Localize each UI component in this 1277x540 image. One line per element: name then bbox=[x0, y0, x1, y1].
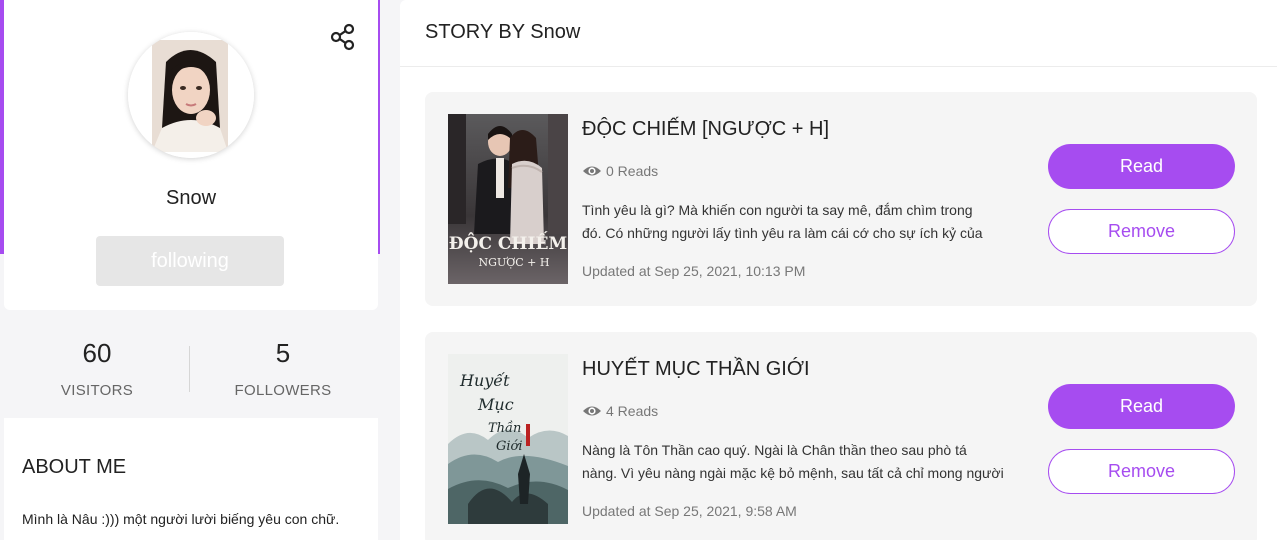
profile-stats: 60 VISITORS 5 FOLLOWERS bbox=[4, 312, 378, 416]
svg-text:Huyết: Huyết bbox=[459, 371, 510, 390]
story-updated-at: Updated at Sep 25, 2021, 9:58 AM bbox=[582, 503, 797, 519]
reads-count: 0 Reads bbox=[606, 163, 659, 179]
read-button[interactable]: Read bbox=[1048, 144, 1235, 189]
profile-sidebar: Snow following 60 VISITORS 5 FOLLOWERS A… bbox=[0, 0, 380, 540]
svg-text:NGƯỢC + H: NGƯỢC + H bbox=[479, 256, 550, 269]
share-icon bbox=[330, 23, 355, 51]
stories-header: STORY BY Snow bbox=[400, 0, 1277, 67]
description-line: đó. Có những người lấy tình yêu ra làm c… bbox=[582, 225, 983, 241]
story-card: Huyết Mục Thần Giới HUYẾT MỤC THẦN GIỚI … bbox=[425, 332, 1257, 540]
visitors-label: VISITORS bbox=[60, 382, 134, 399]
story-title[interactable]: HUYẾT MỤC THẦN GIỚI bbox=[582, 358, 810, 381]
eye-icon bbox=[583, 166, 601, 176]
description-line: Tình yêu là gì? Mà khiến con người ta sa… bbox=[582, 202, 973, 218]
story-description: Nàng là Tôn Thần cao quý. Ngài là Chân t… bbox=[582, 439, 1012, 485]
followers-label: FOLLOWERS bbox=[234, 382, 332, 399]
book-cover-image: Huyết Mục Thần Giới bbox=[448, 354, 568, 524]
stories-panel: STORY BY Snow ĐỘC CHIẾM NGƯỢC + H ĐỘC CH… bbox=[400, 0, 1277, 540]
description-line: Nàng là Tôn Thần cao quý. Ngài là Chân t… bbox=[582, 442, 967, 458]
about-me-card: ABOUT ME Mình là Nâu :))) một người lười… bbox=[4, 418, 378, 540]
stories-title: STORY BY Snow bbox=[425, 21, 581, 43]
profile-card: Snow following bbox=[4, 0, 378, 310]
avatar-image bbox=[128, 32, 254, 158]
reads-count: 4 Reads bbox=[606, 403, 659, 419]
svg-text:Mục: Mục bbox=[477, 395, 514, 414]
story-cover[interactable]: Huyết Mục Thần Giới bbox=[448, 354, 568, 524]
story-description: Tình yêu là gì? Mà khiến con người ta sa… bbox=[582, 199, 1012, 245]
eye-icon bbox=[583, 406, 601, 416]
visitors-stat: 60 VISITORS bbox=[4, 338, 190, 399]
svg-text:Thần: Thần bbox=[488, 420, 521, 436]
remove-button[interactable]: Remove bbox=[1048, 209, 1235, 254]
followers-stat[interactable]: 5 FOLLOWERS bbox=[190, 338, 376, 399]
share-button[interactable] bbox=[328, 22, 358, 52]
story-reads: 4 Reads bbox=[582, 401, 658, 421]
followers-count: 5 bbox=[275, 338, 291, 368]
svg-text:ĐỘC CHIẾM: ĐỘC CHIẾM bbox=[449, 231, 568, 254]
about-me-title: ABOUT ME bbox=[22, 456, 127, 478]
visitors-count: 60 bbox=[82, 338, 112, 368]
story-updated-at: Updated at Sep 25, 2021, 10:13 PM bbox=[582, 263, 806, 279]
story-card: ĐỘC CHIẾM NGƯỢC + H ĐỘC CHIẾM [NGƯỢC + H… bbox=[425, 92, 1257, 306]
book-cover-image: ĐỘC CHIẾM NGƯỢC + H bbox=[448, 114, 568, 284]
about-me-text: Mình là Nâu :))) một người lười biếng yê… bbox=[22, 511, 340, 527]
read-button[interactable]: Read bbox=[1048, 384, 1235, 429]
remove-button[interactable]: Remove bbox=[1048, 449, 1235, 494]
following-button[interactable]: following bbox=[96, 236, 284, 286]
story-cover[interactable]: ĐỘC CHIẾM NGƯỢC + H bbox=[448, 114, 568, 284]
avatar[interactable] bbox=[128, 32, 254, 158]
description-line: nàng. Vì yêu nàng ngài mặc kệ bỏ mệnh, s… bbox=[582, 465, 1004, 481]
story-title[interactable]: ĐỘC CHIẾM [NGƯỢC + H] bbox=[582, 118, 829, 141]
svg-text:Giới: Giới bbox=[496, 439, 523, 454]
story-reads: 0 Reads bbox=[582, 161, 658, 181]
profile-username: Snow bbox=[165, 187, 217, 209]
